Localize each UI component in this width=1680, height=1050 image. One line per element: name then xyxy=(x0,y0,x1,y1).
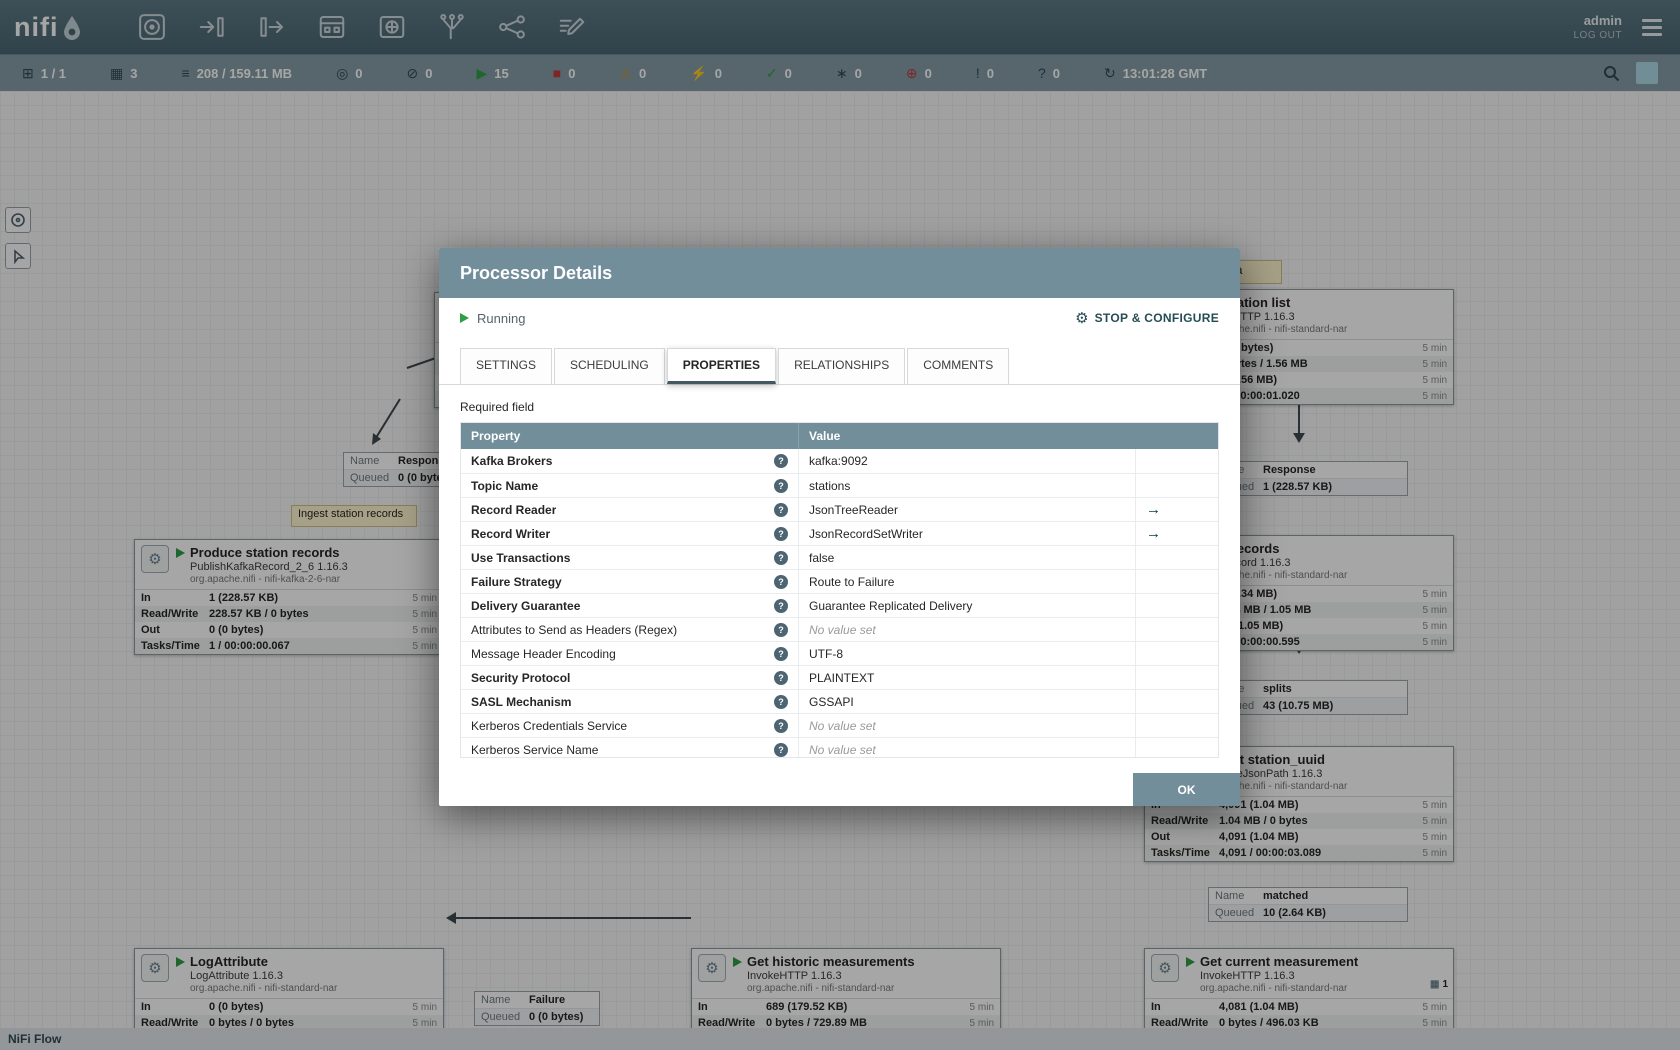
property-row-topic-name: Topic Name? stations xyxy=(461,473,1218,497)
help-icon[interactable]: ? xyxy=(774,670,788,685)
property-value: UTF-8 xyxy=(809,646,843,661)
help-icon[interactable]: ? xyxy=(774,742,788,757)
ok-button[interactable]: OK xyxy=(1133,773,1240,806)
help-icon[interactable]: ? xyxy=(774,718,788,733)
help-icon[interactable]: ? xyxy=(774,694,788,709)
help-icon[interactable]: ? xyxy=(774,526,788,541)
property-value: GSSAPI xyxy=(809,694,854,709)
properties-table: Property Value Kafka Brokers? kafka:9092… xyxy=(460,422,1219,758)
stop-and-configure-button[interactable]: ⚙ STOP & CONFIGURE xyxy=(1075,311,1219,326)
property-value: Route to Failure xyxy=(809,574,895,589)
property-row-sasl-mechanism: SASL Mechanism? GSSAPI xyxy=(461,689,1218,713)
tab-properties[interactable]: PROPERTIES xyxy=(666,348,777,384)
tab-comments[interactable]: COMMENTS xyxy=(907,348,1010,384)
property-row-kafka-brokers: Kafka Brokers? kafka:9092 xyxy=(461,449,1218,473)
property-value: PLAINTEXT xyxy=(809,670,875,685)
property-row-kerberos-credentials-service: Kerberos Credentials Service? No value s… xyxy=(461,713,1218,737)
property-row-record-reader: Record Reader? JsonTreeReader → xyxy=(461,497,1218,521)
tab-scheduling[interactable]: SCHEDULING xyxy=(554,348,665,384)
value-column-header: Value xyxy=(798,423,1135,449)
property-row-use-transactions: Use Transactions? false xyxy=(461,545,1218,569)
help-icon[interactable]: ? xyxy=(774,574,788,589)
property-row-security-protocol: Security Protocol? PLAINTEXT xyxy=(461,665,1218,689)
tab-relationships[interactable]: RELATIONSHIPS xyxy=(778,348,906,384)
property-row-delivery-guarantee: Delivery Guarantee? Guarantee Replicated… xyxy=(461,593,1218,617)
property-value: No value set xyxy=(809,742,876,757)
help-icon[interactable]: ? xyxy=(774,502,788,517)
actions-column-header xyxy=(1135,423,1218,449)
gear-icon: ⚙ xyxy=(1075,309,1089,327)
dialog-tabs: SETTINGS SCHEDULING PROPERTIES RELATIONS… xyxy=(439,338,1240,385)
properties-table-header: Property Value xyxy=(461,423,1218,449)
property-value: false xyxy=(809,550,835,565)
property-value: stations xyxy=(809,478,851,493)
property-row-kerberos-service-name: Kerberos Service Name? No value set xyxy=(461,737,1218,757)
property-row-message-header-encoding: Message Header Encoding? UTF-8 xyxy=(461,641,1218,665)
go-to-service-icon[interactable]: → xyxy=(1146,502,1161,517)
property-value: kafka:9092 xyxy=(809,454,868,468)
property-value: Guarantee Replicated Delivery xyxy=(809,598,973,613)
processor-details-dialog: Processor Details Running ⚙ STOP & CONFI… xyxy=(439,248,1240,806)
help-icon[interactable]: ? xyxy=(774,454,788,468)
property-value: No value set xyxy=(809,718,876,733)
go-to-service-icon[interactable]: → xyxy=(1146,526,1161,541)
dialog-header: Processor Details xyxy=(439,248,1240,298)
tab-settings[interactable]: SETTINGS xyxy=(460,348,553,384)
property-row-record-writer: Record Writer? JsonRecordSetWriter → xyxy=(461,521,1218,545)
property-column-header: Property xyxy=(471,429,521,443)
property-value: No value set xyxy=(809,622,876,637)
property-value: JsonRecordSetWriter xyxy=(809,526,923,541)
required-field-note: Required field xyxy=(460,400,535,414)
running-status-icon xyxy=(460,313,469,323)
help-icon[interactable]: ? xyxy=(774,550,788,565)
help-icon[interactable]: ? xyxy=(774,478,788,493)
property-row-attributes-headers-regex: Attributes to Send as Headers (Regex)? N… xyxy=(461,617,1218,641)
help-icon[interactable]: ? xyxy=(774,646,788,661)
property-row-failure-strategy: Failure Strategy? Route to Failure xyxy=(461,569,1218,593)
help-icon[interactable]: ? xyxy=(774,622,788,637)
property-value: JsonTreeReader xyxy=(809,502,898,517)
properties-table-body: Kafka Brokers? kafka:9092 Topic Name? st… xyxy=(461,449,1218,757)
help-icon[interactable]: ? xyxy=(774,598,788,613)
dialog-title: Processor Details xyxy=(460,262,613,283)
run-status-text: Running xyxy=(477,310,526,326)
dialog-status-row: Running ⚙ STOP & CONFIGURE xyxy=(439,298,1240,338)
